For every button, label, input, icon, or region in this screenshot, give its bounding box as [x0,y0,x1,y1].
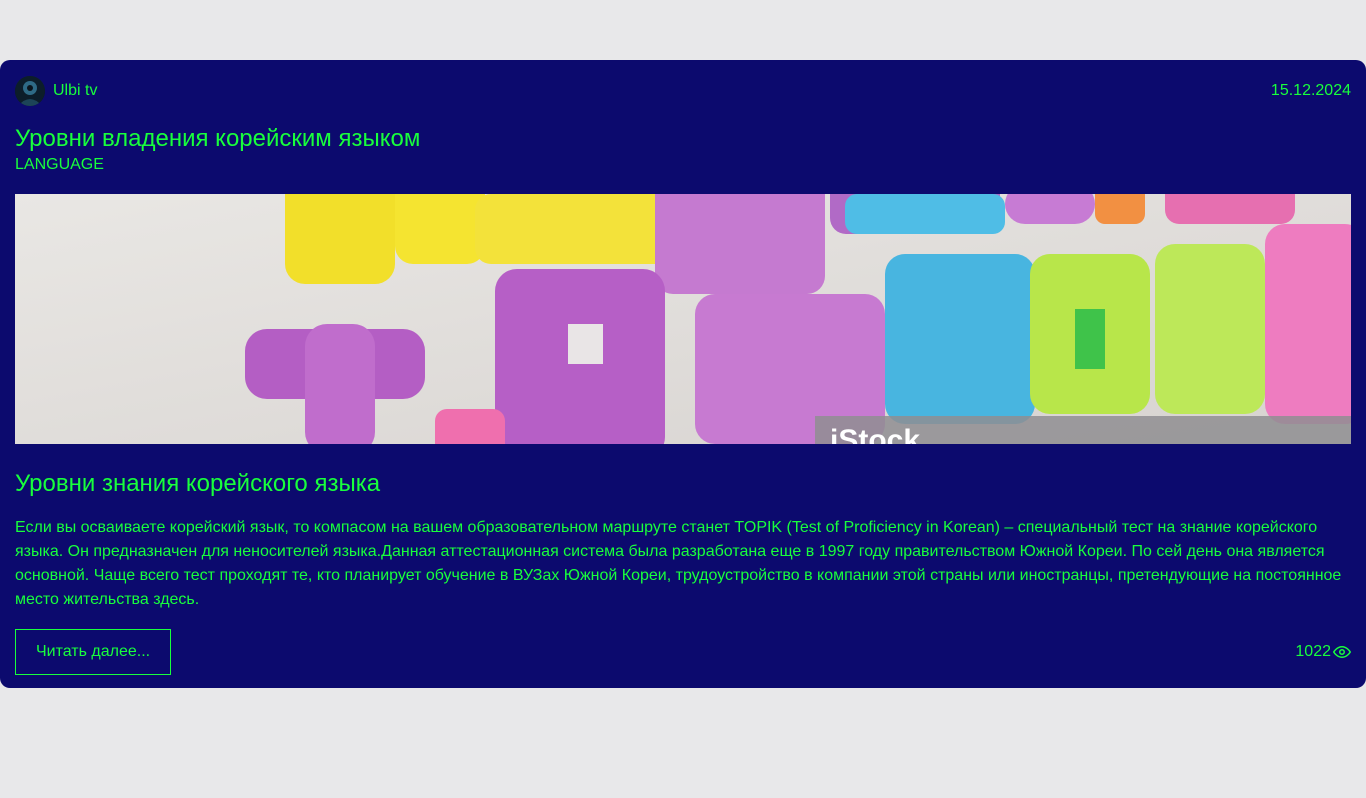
post-date: 15.12.2024 [1270,82,1351,99]
views-count: 1022 [1295,643,1331,660]
post-subtitle: Уровни знания корейского языка [15,470,381,497]
article-card: Ulbi tv 15.12.2024 Уровни владения корей… [0,60,1366,688]
author-name[interactable]: Ulbi tv [53,82,97,100]
image-watermark: iStock [830,424,920,444]
views-counter: 1022 [1295,643,1351,661]
post-image: iStock [15,194,1351,444]
read-more-button[interactable]: Читать далее... [15,629,172,675]
card-header: Ulbi tv 15.12.2024 [15,75,1351,107]
post-title[interactable]: Уровни владения корейским языком [15,125,1351,153]
post-tag: LANGUAGE [15,156,104,173]
post-text: Если вы осваиваете корейский язык, то ко… [15,519,1342,608]
eye-icon [1333,643,1351,661]
avatar[interactable] [15,76,45,106]
card-footer: Читать далее... 1022 [15,629,1351,675]
author[interactable]: Ulbi tv [15,76,97,106]
